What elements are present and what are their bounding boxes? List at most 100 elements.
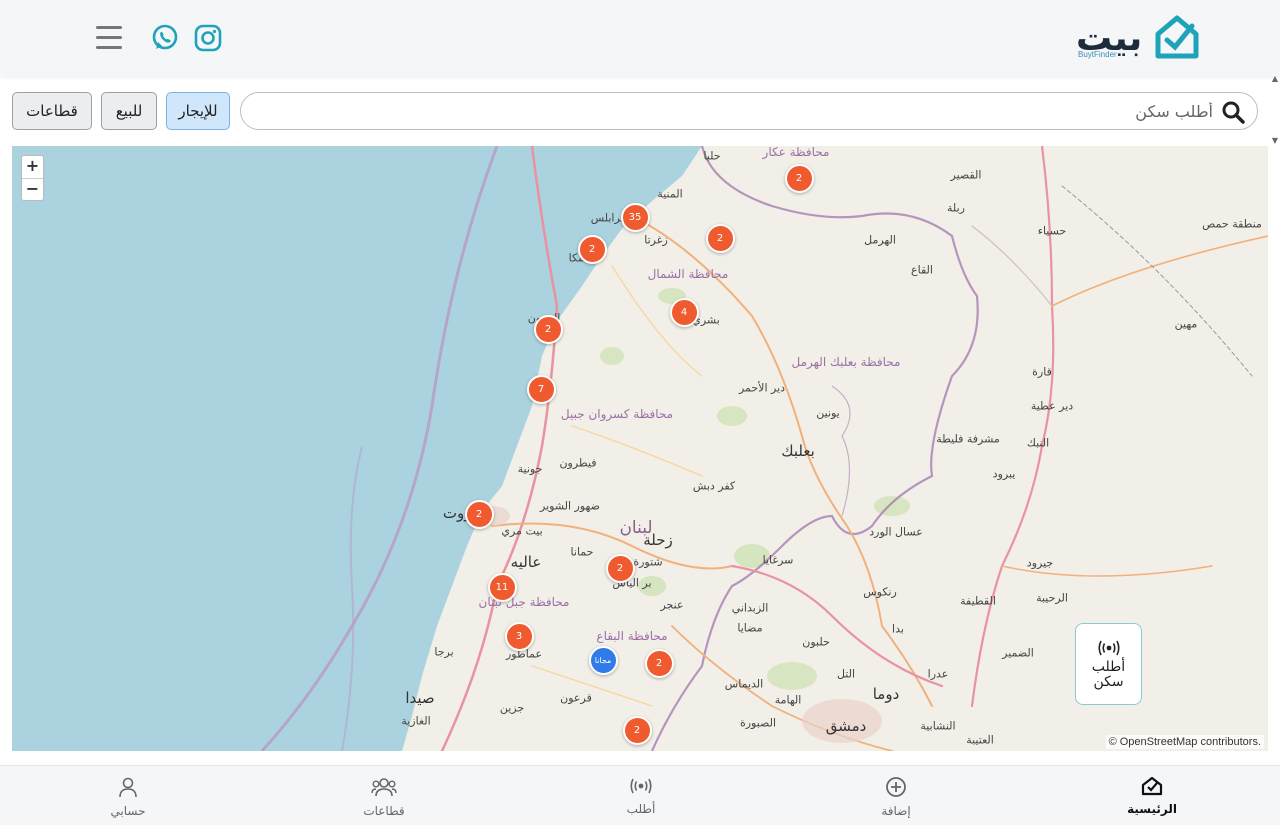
place-label: محافظة الشمال <box>647 267 729 281</box>
place-label: دمشق <box>825 717 867 735</box>
place-label: دوما <box>872 685 900 703</box>
search-bar[interactable] <box>240 92 1258 130</box>
place-label: عنجر <box>660 598 684 612</box>
place-label: دير الأحمر <box>738 381 786 395</box>
free-listing-marker[interactable]: مجانا <box>588 645 618 675</box>
place-label: عاليه <box>510 553 542 571</box>
place-label: يبرود <box>992 467 1016 481</box>
place-label: شتورة <box>633 555 663 569</box>
place-label: قارة <box>1032 365 1052 379</box>
place-label: المنية <box>657 187 683 201</box>
app-header: بيت BuytFinder <box>0 0 1280 76</box>
place-label: محافظة بعلبك الهرمل <box>791 355 901 369</box>
cluster-marker[interactable]: 2 <box>622 715 652 745</box>
place-label: العتيبة <box>966 733 994 747</box>
nav-sectors[interactable]: قطاعات <box>334 776 434 822</box>
cluster-marker[interactable]: 2 <box>784 163 814 193</box>
nav-add[interactable]: إضافة <box>846 776 946 822</box>
cluster-marker[interactable]: 2 <box>533 314 563 344</box>
nav-account[interactable]: حسابي <box>78 776 178 822</box>
place-label: كفر دبش <box>692 479 736 493</box>
place-label: عدرا <box>927 667 949 681</box>
place-label: الهامة <box>774 693 802 707</box>
search-icon[interactable] <box>1221 100 1245 124</box>
place-label: حمانا <box>570 545 594 559</box>
zoom-control: + − <box>21 155 44 201</box>
attribution-text: contributors. <box>1200 736 1261 748</box>
nav-request[interactable]: أطلب <box>591 776 691 822</box>
place-label: بدا <box>892 622 904 636</box>
place-label: القصير <box>950 168 982 182</box>
zoom-in-button[interactable]: + <box>22 156 43 178</box>
cluster-marker[interactable]: 2 <box>577 234 607 264</box>
place-label: محافظة البقاع <box>596 629 668 643</box>
cluster-marker[interactable]: 2 <box>644 648 674 678</box>
request-line2: سكن <box>1093 674 1124 690</box>
place-label: يونين <box>816 406 840 420</box>
place-label: الرحيبة <box>1036 591 1068 605</box>
place-label: منطقة حمص <box>1202 217 1262 231</box>
place-label: الصبورة <box>739 716 777 730</box>
cluster-marker[interactable]: 2 <box>605 553 635 583</box>
place-label: حلبا <box>703 149 721 163</box>
place-label: مشرفة فليطة <box>936 432 1000 446</box>
bottom-navigation: الرئيسية إضافة أطلب قطاعات حسابي <box>0 765 1280 825</box>
plus-circle-icon <box>886 777 906 797</box>
place-label: سرغايا <box>762 553 794 567</box>
place-label: بيت مري <box>501 524 543 538</box>
place-label: الزبداني <box>731 601 769 615</box>
place-label: ضهور الشوير <box>540 499 600 513</box>
scroll-up-arrow[interactable]: ▲ <box>1272 74 1278 83</box>
place-label: الضمير <box>1002 646 1034 660</box>
zoom-out-button[interactable]: − <box>22 178 43 200</box>
place-label: النبك <box>1026 436 1050 450</box>
cluster-marker[interactable]: 4 <box>669 297 699 327</box>
place-label: القطيفة <box>960 594 996 608</box>
place-label: محافظة كسروان جبيل <box>560 407 674 421</box>
whatsapp-icon[interactable] <box>150 23 180 53</box>
attribution-symbol: © <box>1108 736 1117 748</box>
place-label: جزين <box>499 701 525 715</box>
nav-home[interactable]: الرئيسية <box>1102 776 1202 822</box>
place-label: زحلة <box>643 531 673 549</box>
scroll-down-arrow[interactable]: ▼ <box>1272 136 1278 145</box>
cluster-marker[interactable]: 7 <box>526 374 556 404</box>
request-line1: أطلب <box>1091 659 1126 675</box>
house-check-icon <box>1155 15 1199 59</box>
nav-add-label: إضافة <box>881 804 911 818</box>
place-label: جيرود <box>1026 556 1054 570</box>
cluster-marker[interactable]: 35 <box>620 202 650 232</box>
place-label: بعلبك <box>781 442 815 460</box>
home-icon <box>1141 776 1163 796</box>
instagram-icon[interactable] <box>194 24 222 52</box>
app-logo[interactable]: بيت BuytFinder <box>1076 14 1200 64</box>
cluster-marker[interactable]: 11 <box>487 572 517 602</box>
place-label: رنكوس <box>863 585 897 599</box>
broadcast-icon <box>630 778 652 794</box>
place-label: زغرتا <box>644 233 668 247</box>
filter-rent-button[interactable]: للإيجار <box>166 92 230 130</box>
cluster-marker[interactable]: 3 <box>504 621 534 651</box>
request-housing-button[interactable]: أطلب سكن <box>1075 623 1142 705</box>
place-label: حلبون <box>802 635 830 649</box>
cluster-marker[interactable]: 2 <box>705 223 735 253</box>
place-label: القاع <box>911 263 933 277</box>
filter-sectors-button[interactable]: قطاعات <box>12 92 92 130</box>
nav-account-label: حسابي <box>110 804 146 818</box>
place-label: قرعون <box>560 691 592 705</box>
cluster-marker[interactable]: 2 <box>464 499 494 529</box>
nav-request-label: أطلب <box>626 802 656 816</box>
place-label: محافظة عكار <box>762 146 830 159</box>
nav-home-label: الرئيسية <box>1127 802 1177 816</box>
place-label: التل <box>836 667 856 681</box>
attribution-link[interactable]: OpenStreetMap <box>1120 736 1198 748</box>
filter-sale-button[interactable]: للبيع <box>101 92 157 130</box>
place-label: النشابية <box>920 719 956 733</box>
place-label: الغازية <box>401 714 431 728</box>
hamburger-icon[interactable] <box>96 26 122 50</box>
place-label: مضايا <box>737 621 763 635</box>
search-input[interactable] <box>313 97 1213 125</box>
users-icon <box>371 778 397 797</box>
place-label: برجا <box>434 645 454 659</box>
place-label: صيدا <box>405 689 435 707</box>
